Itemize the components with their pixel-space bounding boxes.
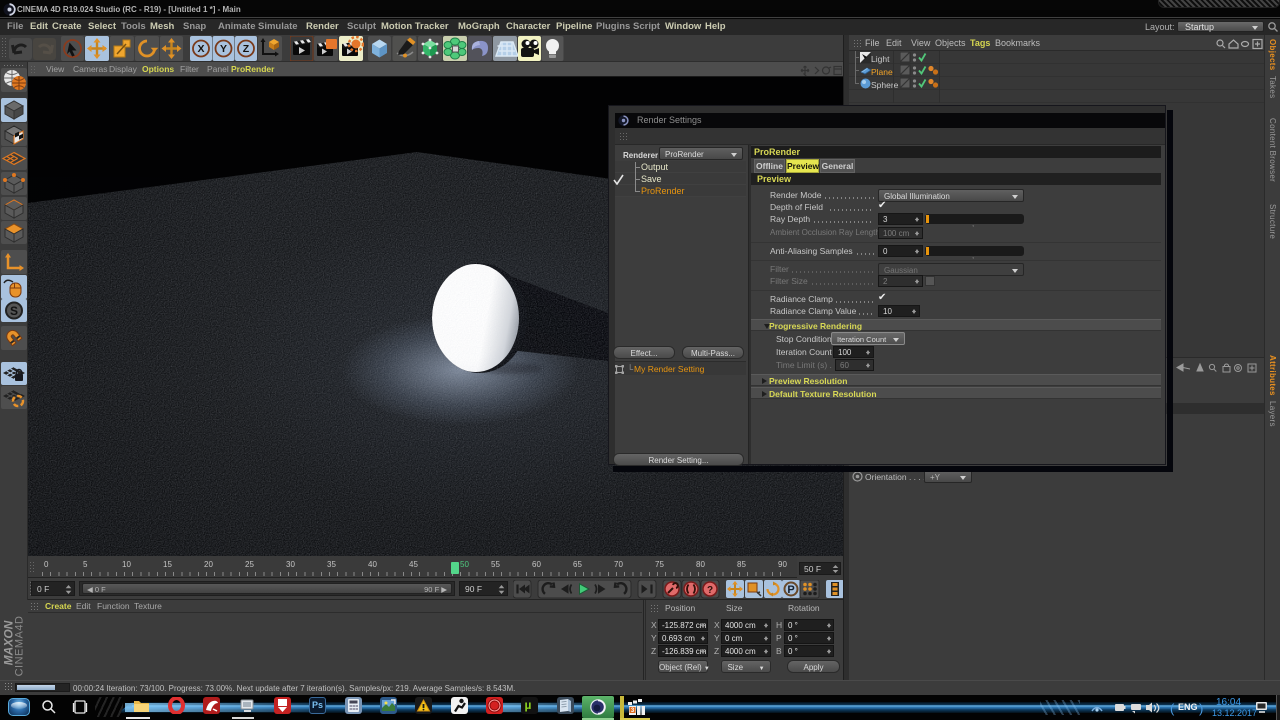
svg-text:X: X bbox=[197, 43, 204, 55]
svg-text:P: P bbox=[787, 584, 794, 596]
svg-text:S: S bbox=[10, 304, 18, 318]
svg-text:?: ? bbox=[707, 585, 713, 596]
svg-text:Z: Z bbox=[243, 43, 250, 55]
svg-text:Y: Y bbox=[220, 43, 227, 55]
